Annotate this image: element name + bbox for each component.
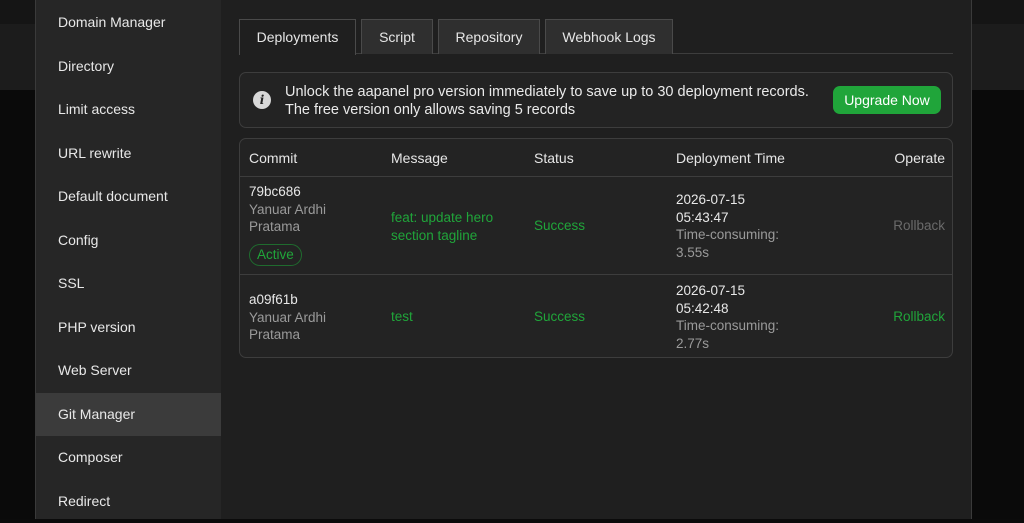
- table-row: a09f61b Yanuar Ardhi Pratama test Succes…: [240, 276, 952, 357]
- upgrade-notice: i Unlock the aapanel pro version immedia…: [239, 72, 953, 128]
- table-row: 79bc686 Yanuar Ardhi Pratama Active feat…: [240, 177, 952, 275]
- header-operate: Operate: [894, 150, 945, 166]
- sidebar-item-git-manager[interactable]: Git Manager: [36, 393, 221, 436]
- commit-cell: 79bc686 Yanuar Ardhi Pratama Active: [249, 183, 369, 266]
- tab-webhook-logs[interactable]: Webhook Logs: [545, 19, 673, 54]
- table-header: Commit Message Status Deployment Time Op…: [240, 139, 952, 177]
- sidebar-item-web-server[interactable]: Web Server: [36, 349, 221, 392]
- upgrade-now-button[interactable]: Upgrade Now: [833, 86, 941, 114]
- rollback-button[interactable]: Rollback: [893, 308, 945, 326]
- commit-author: Yanuar Ardhi Pratama: [249, 201, 327, 235]
- deployment-date: 2026-07-15: [676, 283, 746, 298]
- info-icon: i: [253, 91, 271, 109]
- deployment-time-cell: 2026-07-15 05:43:47 Time-consuming: 3.55…: [676, 191, 816, 261]
- site-settings-dialog: Domain Manager Directory Limit access UR…: [35, 0, 972, 519]
- commit-author: Yanuar Ardhi Pratama: [249, 309, 327, 343]
- sidebar-item-limit-access[interactable]: Limit access: [36, 88, 221, 131]
- deployment-date: 2026-07-15: [676, 192, 746, 207]
- duration-value: 3.55s: [676, 244, 710, 260]
- header-status: Status: [534, 150, 574, 166]
- notice-text: Unlock the aapanel pro version immediate…: [285, 84, 809, 118]
- sidebar-item-default-document[interactable]: Default document: [36, 175, 221, 218]
- deployment-clock: 05:43:47: [676, 209, 729, 225]
- sidebar-item-config[interactable]: Config: [36, 219, 221, 262]
- sidebar-item-directory[interactable]: Directory: [36, 45, 221, 88]
- commit-hash: 79bc686: [249, 184, 301, 199]
- git-manager-tabs: Deployments Script Repository Webhook Lo…: [239, 19, 953, 55]
- commit-cell: a09f61b Yanuar Ardhi Pratama: [249, 291, 369, 344]
- status-badge: Success: [534, 218, 586, 233]
- duration-value: 2.77s: [676, 335, 710, 351]
- tab-deployments[interactable]: Deployments: [239, 19, 356, 55]
- sidebar-item-redirect[interactable]: Redirect: [36, 480, 221, 523]
- deployment-time-cell: 2026-07-15 05:42:48 Time-consuming: 2.77…: [676, 282, 816, 352]
- tab-repository[interactable]: Repository: [438, 19, 540, 54]
- settings-sidebar: Domain Manager Directory Limit access UR…: [36, 0, 221, 519]
- sidebar-item-php-version[interactable]: PHP version: [36, 306, 221, 349]
- commit-message: test: [391, 309, 413, 324]
- status-badge: Success: [534, 309, 586, 324]
- sidebar-item-domain-manager[interactable]: Domain Manager: [36, 1, 221, 44]
- sidebar-item-ssl[interactable]: SSL: [36, 262, 221, 305]
- duration-label: Time-consuming:: [676, 318, 780, 333]
- deployments-table: Commit Message Status Deployment Time Op…: [239, 138, 953, 358]
- duration-label: Time-consuming:: [676, 227, 780, 242]
- sidebar-item-composer[interactable]: Composer: [36, 436, 221, 479]
- rollback-button-disabled: Rollback: [893, 218, 945, 233]
- active-badge: Active: [249, 243, 302, 266]
- header-commit: Commit: [249, 150, 298, 166]
- tab-script[interactable]: Script: [361, 19, 433, 54]
- commit-message: feat: update hero section tagline: [391, 210, 494, 243]
- sidebar-item-url-rewrite[interactable]: URL rewrite: [36, 132, 221, 175]
- deployment-clock: 05:42:48: [676, 300, 729, 316]
- header-deployment-time: Deployment Time: [676, 150, 785, 166]
- header-message: Message: [391, 150, 448, 166]
- commit-hash: a09f61b: [249, 292, 298, 307]
